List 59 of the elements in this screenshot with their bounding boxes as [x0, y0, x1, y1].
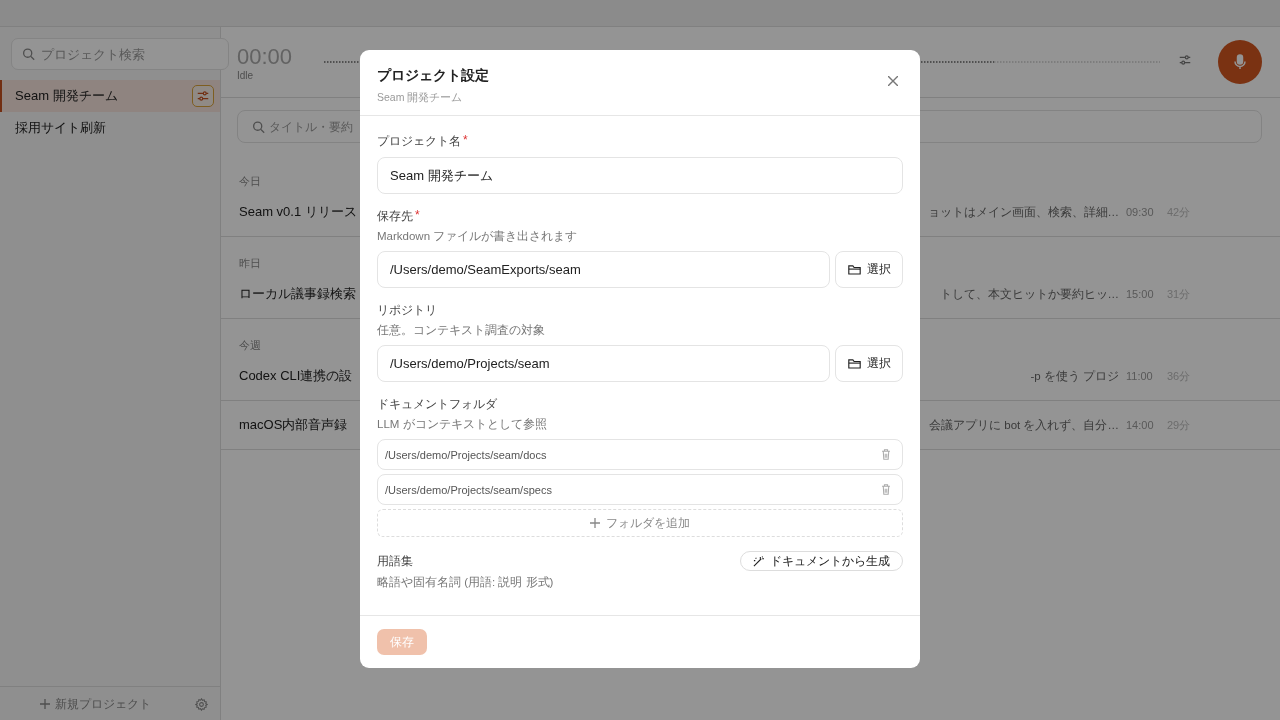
folder-path: /Users/demo/Projects/seam/specs [385, 483, 552, 496]
sliders-icon [196, 89, 210, 103]
meeting-time: 09:30 [1126, 206, 1154, 218]
close-icon [888, 76, 898, 86]
project-item[interactable]: Seam 開発チーム [0, 80, 220, 112]
choose-button[interactable]: 選択 [835, 345, 903, 382]
meeting-title: macOS内部音声録 [239, 416, 348, 434]
field-label: プロジェクト名 [377, 133, 461, 150]
folder-icon [847, 264, 861, 275]
folder-icon [847, 358, 861, 369]
plus-icon [590, 518, 600, 528]
group-label: 今日 [239, 174, 261, 188]
meeting-summary: -p を使う プロジ [1030, 368, 1119, 384]
microphone-icon [1234, 54, 1246, 70]
field-label: 用語集 [377, 552, 413, 570]
field-label: ドキュメントフォルダ [377, 396, 497, 413]
meeting-time: 14:00 [1126, 419, 1154, 431]
project-name: Seam 開発チーム [15, 87, 118, 105]
meeting-title: Seam v0.1 リリース [239, 203, 357, 221]
field-hint: Markdown ファイルが書き出されます [377, 229, 579, 244]
path-field[interactable]: /Users/demo/SeamExports/seam [377, 251, 830, 288]
trash-icon[interactable] [881, 484, 891, 495]
settings-icon[interactable] [195, 697, 208, 711]
search-icon [22, 47, 35, 61]
recorder-status: Idle [237, 69, 255, 81]
project-settings-button[interactable] [192, 85, 214, 107]
sliders-icon[interactable] [1178, 53, 1192, 67]
choose-button[interactable]: 選択 [835, 251, 903, 288]
field-hint: 略語や固有名詞 (用語: 説明 形式) [377, 575, 555, 590]
folder-path: /Users/demo/Projects/seam/docs [385, 448, 547, 461]
record-button[interactable] [1218, 40, 1262, 84]
dialog-subtitle: Seam 開発チーム [377, 91, 464, 105]
dialog-title: プロジェクト設定 [377, 67, 489, 85]
meeting-title: ローカル議事録検索 [239, 285, 356, 303]
name-field[interactable]: Seam 開発チーム [377, 157, 903, 194]
meeting-summary: 会議アプリに bot を入れず、自分… [929, 417, 1119, 433]
required-mark: * [463, 133, 468, 149]
group-label: 昨日 [239, 256, 261, 270]
field-hint: 任意。コンテキスト調査の対象 [377, 323, 546, 338]
meeting-time: 11:00 [1126, 370, 1153, 382]
meeting-title: Codex CLI連携の設 [239, 367, 353, 385]
field-hint: LLM がコンテキストとして参照 [377, 417, 548, 432]
field-label: リポジトリ [377, 302, 437, 319]
project-item[interactable]: 採用サイト刷新 [0, 112, 220, 144]
search-icon [252, 120, 265, 133]
plus-icon [40, 699, 50, 709]
add-folder-button[interactable]: フォルダを追加 [377, 509, 903, 537]
meeting-summary: トして、本文ヒットか要約ヒッ… [939, 286, 1119, 302]
group-label: 今週 [239, 338, 261, 352]
trash-icon[interactable] [881, 449, 891, 460]
wand-icon [753, 555, 764, 567]
meeting-summary: ョットはメイン画面、検索、詳細… [927, 204, 1119, 220]
field-label: 保存先 [377, 208, 413, 225]
path-field[interactable]: /Users/demo/Projects/seam [377, 345, 830, 382]
project-name: 採用サイト刷新 [15, 119, 106, 137]
close-button[interactable] [888, 76, 898, 86]
generate-button[interactable]: ドキュメントから生成 [740, 551, 903, 571]
meeting-time: 15:00 [1126, 288, 1154, 300]
required-mark: * [415, 208, 420, 224]
